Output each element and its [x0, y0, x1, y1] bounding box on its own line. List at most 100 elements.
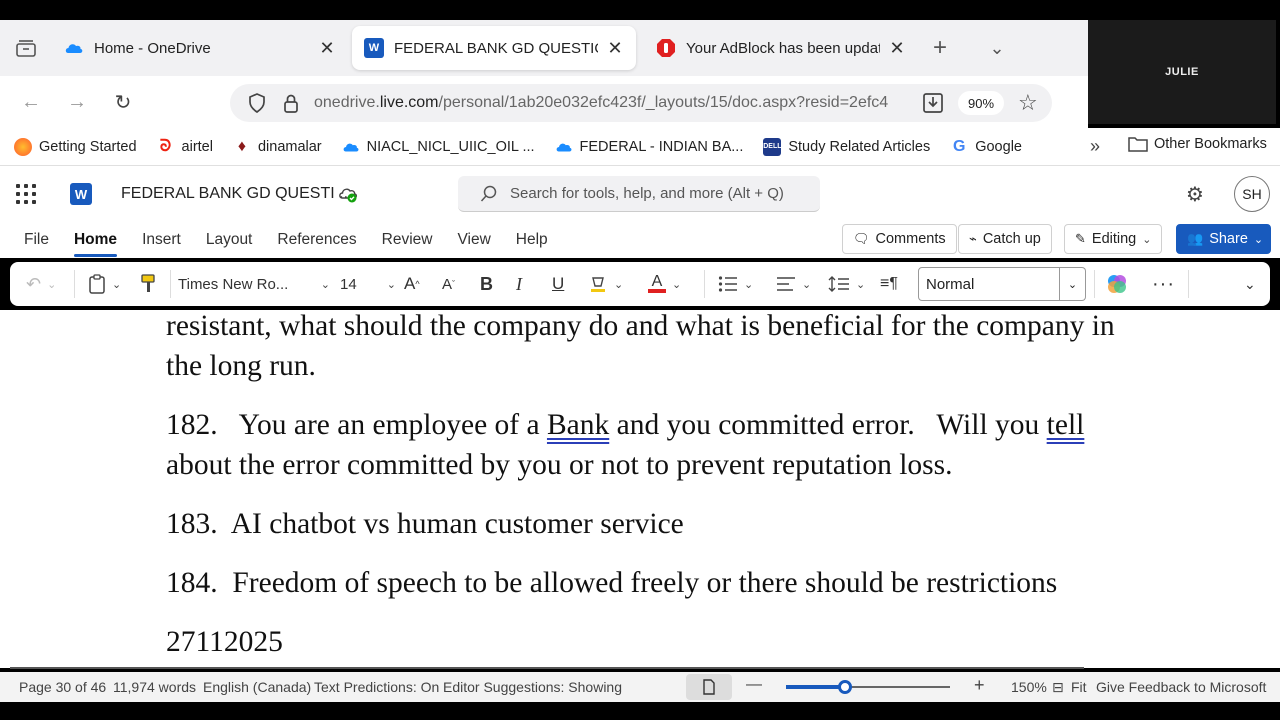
other-bookmarks-folder[interactable]: Other Bookmarks — [1128, 136, 1267, 152]
bookmark-study-related[interactable]: DELL Study Related Articles — [763, 137, 930, 156]
feedback-link[interactable]: Give Feedback to Microsoft — [1096, 679, 1266, 695]
fit-icon[interactable]: ⊟ — [1052, 679, 1064, 696]
chevron-down-icon[interactable]: ⌄ — [962, 26, 1032, 70]
bookmark-niacl[interactable]: NIACL_NICL_UIIC_OIL ... — [342, 138, 535, 156]
editor-suggestions-status[interactable]: Editor Suggestions: Showing — [443, 679, 622, 695]
tab-help[interactable]: Help — [516, 231, 548, 249]
doc-title[interactable]: FEDERAL BANK GD QUESTI ... — [121, 185, 352, 203]
tab-onedrive[interactable]: Home - OneDrive ✕ — [52, 26, 348, 70]
copilot-icon[interactable] — [1106, 272, 1128, 296]
chevron-double-right-icon[interactable]: » — [1090, 136, 1100, 157]
bookmark-dinamalar[interactable]: ♦ dinamalar — [233, 138, 322, 156]
paragraph-mark-icon[interactable]: ≡¶ — [880, 272, 898, 296]
font-color-icon[interactable]: A ⌄ — [648, 272, 681, 296]
horizontal-scrollbar[interactable] — [10, 667, 1084, 669]
comments-button[interactable]: 🗨 Comments — [842, 224, 957, 254]
tab-home[interactable]: Home — [73, 231, 118, 257]
chevron-down-icon[interactable]: ⌄ — [1060, 267, 1086, 301]
app-launcher-icon[interactable] — [16, 184, 36, 204]
editing-mode-button[interactable]: ✎ Editing ⌄ — [1064, 224, 1163, 254]
share-button[interactable]: 👥 Share ⌄ — [1176, 224, 1271, 254]
tab-layout[interactable]: Layout — [206, 231, 253, 249]
close-icon[interactable]: ✕ — [318, 38, 336, 59]
align-icon[interactable]: ⌄ — [776, 272, 811, 296]
reload-icon[interactable]: ↻ — [100, 82, 146, 122]
tab-adblock[interactable]: Your AdBlock has been updated! ✕ — [644, 26, 918, 70]
tab-manager-icon[interactable] — [0, 20, 52, 76]
tab-references[interactable]: References — [277, 231, 356, 249]
gear-icon[interactable]: ⚙ — [1186, 182, 1204, 207]
catch-up-label: Catch up — [982, 231, 1041, 247]
zoom-slider-thumb[interactable] — [838, 680, 853, 694]
document-line[interactable]: resistant, what should the company do an… — [166, 310, 1115, 343]
close-icon[interactable]: ✕ — [888, 38, 906, 59]
fit-button[interactable]: Fit — [1071, 679, 1087, 695]
zoom-slider[interactable] — [786, 680, 950, 694]
bookmark-federal-indian-bank[interactable]: FEDERAL - INDIAN BA... — [555, 138, 743, 156]
bookmark-label: dinamalar — [257, 138, 322, 155]
download-icon[interactable] — [922, 92, 944, 119]
shield-icon[interactable] — [240, 93, 274, 113]
clipboard-icon[interactable]: ⌄ — [88, 272, 121, 296]
zoom-in-icon[interactable]: + — [974, 675, 985, 696]
catch-up-button[interactable]: ⌁ Catch up — [958, 224, 1052, 254]
lock-icon[interactable] — [274, 93, 308, 113]
page-count[interactable]: Page 30 of 46 — [19, 679, 106, 695]
word-logo-icon[interactable]: W — [70, 183, 92, 205]
word-count[interactable]: 11,974 words — [113, 679, 196, 695]
onedrive-cloud-icon — [65, 44, 83, 53]
tab-view[interactable]: View — [457, 231, 490, 249]
avatar[interactable]: SH — [1234, 176, 1270, 212]
document-line[interactable]: 183. AI chatbot vs human customer servic… — [166, 508, 684, 541]
tab-review[interactable]: Review — [382, 231, 433, 249]
spell-flagged-word[interactable]: tell — [1047, 409, 1085, 441]
line-spacing-icon[interactable]: ⌄ — [828, 272, 865, 296]
document-line[interactable]: the long run. — [166, 350, 316, 383]
more-options-icon[interactable]: ··· — [1152, 272, 1175, 296]
spell-flagged-word[interactable]: Bank — [547, 409, 609, 441]
tab-insert[interactable]: Insert — [142, 231, 181, 249]
text-predictions-status[interactable]: Text Predictions: On — [314, 679, 439, 695]
document-line[interactable]: about the error committed by you or not … — [166, 449, 953, 482]
forward-arrow-icon[interactable]: → — [54, 82, 100, 122]
style-select[interactable]: Normal — [918, 267, 1060, 301]
grow-font-icon[interactable]: A ^ — [404, 272, 420, 296]
search-input[interactable]: Search for tools, help, and more (Alt + … — [458, 176, 820, 212]
cloud-icon — [556, 143, 572, 151]
chevron-down-icon[interactable]: ⌄ — [1244, 272, 1256, 296]
bold-icon[interactable]: B — [480, 272, 493, 296]
tab-file[interactable]: File — [24, 231, 49, 249]
zoom-level-badge[interactable]: 90% — [958, 91, 1004, 115]
close-icon[interactable]: ✕ — [606, 38, 624, 59]
format-painter-icon[interactable] — [140, 272, 156, 296]
new-tab-plus-icon[interactable]: + — [918, 26, 962, 70]
url-text[interactable]: onedrive.live.com/personal/1ab20e032efc4… — [314, 94, 914, 112]
undo-icon[interactable]: ↶ ⌄ — [26, 272, 56, 296]
bullets-icon[interactable]: ⌄ — [718, 272, 753, 296]
bookmark-star-icon[interactable]: ☆ — [1018, 90, 1038, 116]
font-size-select[interactable]: 14 ⌄ — [340, 272, 396, 296]
page-view-icon[interactable] — [686, 674, 732, 700]
highlight-icon[interactable]: ⌄ — [588, 272, 623, 296]
share-people-icon: 👥 — [1187, 231, 1204, 246]
zoom-percent[interactable]: 150% — [1011, 679, 1047, 695]
font-name-select[interactable]: Times New Ro... ⌄ — [178, 272, 330, 296]
url-host: onedrive. — [314, 94, 380, 111]
language-status[interactable]: English (Canada) — [203, 679, 311, 695]
document-line[interactable]: 27112025 — [166, 626, 283, 659]
bookmark-google[interactable]: G Google — [950, 138, 1022, 156]
status-bar: Page 30 of 46 11,974 words English (Cana… — [0, 672, 1280, 702]
italic-icon[interactable]: I — [516, 272, 522, 296]
document-line[interactable]: 184. Freedom of speech to be allowed fre… — [166, 567, 1057, 600]
back-arrow-icon[interactable]: ← — [8, 82, 54, 122]
document-line[interactable]: 182. You are an employee of a Bank and y… — [166, 409, 1084, 442]
bookmark-airtel[interactable]: ᘐ airtel — [157, 138, 213, 156]
tab-federal-bank-doc[interactable]: W FEDERAL BANK GD QUESTIONS.docx ✕ — [352, 26, 636, 70]
document-canvas[interactable]: resistant, what should the company do an… — [0, 310, 1280, 668]
address-bar[interactable]: onedrive.live.com/personal/1ab20e032efc4… — [230, 84, 1052, 122]
bookmark-getting-started[interactable]: Getting Started — [14, 137, 137, 156]
shrink-font-icon[interactable]: Aˇ — [442, 272, 455, 296]
underline-icon[interactable]: U — [552, 272, 564, 296]
cloud-saved-icon[interactable] — [338, 184, 358, 204]
zoom-out-icon[interactable]: — — [746, 676, 762, 694]
